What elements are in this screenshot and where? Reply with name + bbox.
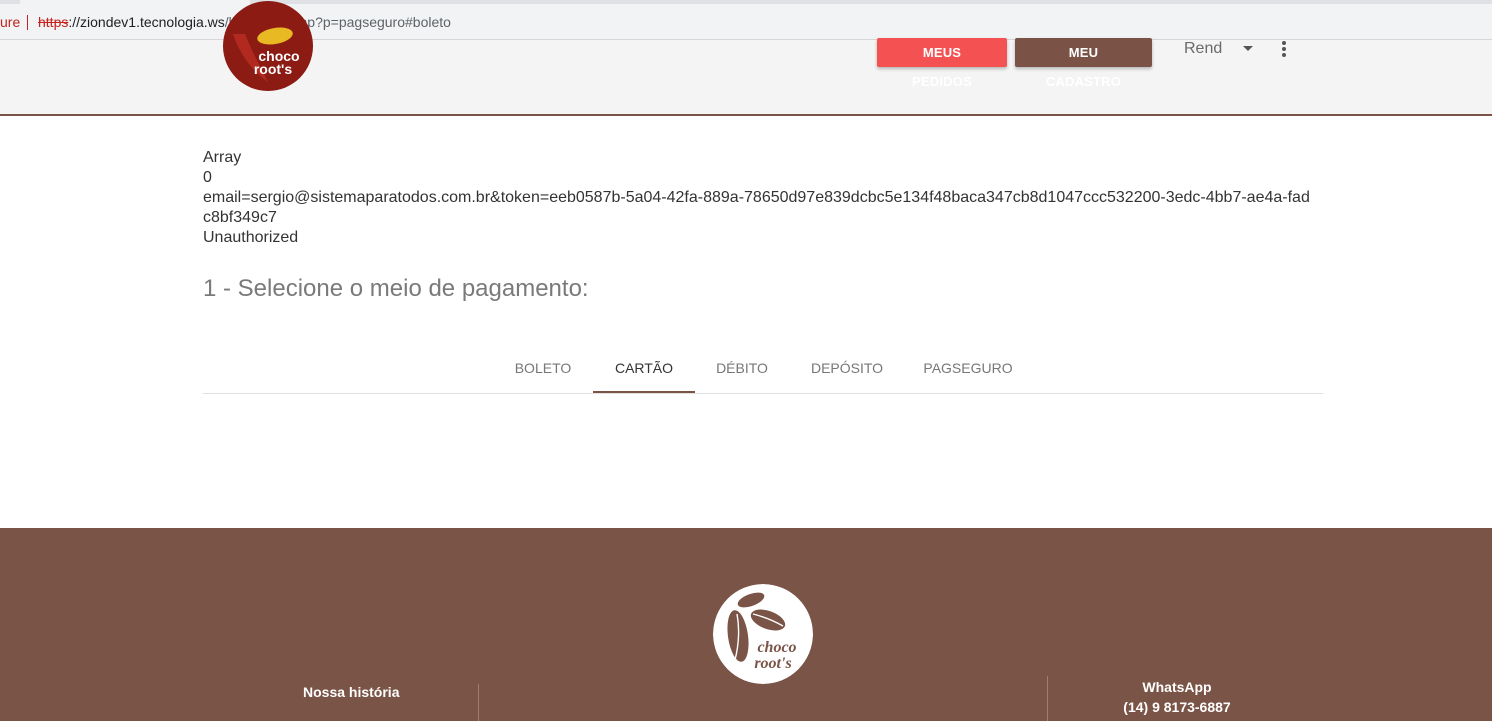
tab-deposito[interactable]: DEPÓSITO <box>789 348 905 393</box>
footer-divider <box>1047 676 1048 724</box>
more-vert-icon[interactable] <box>1281 41 1287 59</box>
url-host: ://ziondev1.tecnologia.ws <box>68 14 225 30</box>
footer-divider <box>478 684 479 724</box>
tab-debito[interactable]: DÉBITO <box>695 348 789 393</box>
my-profile-button[interactable]: MEU CADASTRO <box>1015 38 1152 89</box>
footer-logo-text-roots: root's <box>754 655 791 672</box>
footer-logo[interactable]: choco root's <box>713 584 813 684</box>
chevron-down-icon[interactable] <box>1243 46 1253 51</box>
payment-section-title: 1 - Selecione o meio de pagamento: <box>203 275 589 302</box>
payment-tabs: BOLETO CARTÃO DÉBITO DEPÓSITO PAGSEGURO <box>203 348 1323 394</box>
whatsapp-number[interactable]: (14) 9 8173-6887 <box>1100 697 1254 717</box>
user-name[interactable]: Rend <box>1184 40 1222 60</box>
tab-pagseguro[interactable]: PAGSEGURO <box>905 348 1031 393</box>
footer-whatsapp: WhatsApp (14) 9 8173-6887 <box>1100 677 1254 717</box>
site-logo[interactable]: choco root's <box>223 1 313 94</box>
logo-text-roots: root's <box>254 61 293 77</box>
footer-history-link[interactable]: Nossa história <box>303 684 399 700</box>
site-header: choco root's MEUS PEDIDOS MEU CADASTRO R… <box>0 1 1492 116</box>
site-footer: choco root's Nossa história WhatsApp (14… <box>0 528 1492 724</box>
tab-boleto[interactable]: BOLETO <box>493 348 593 393</box>
debug-output: Array 0 email=sergio@sistemaparatodos.co… <box>203 148 1313 248</box>
tab-cartao[interactable]: CARTÃO <box>593 348 695 393</box>
debug-line-query: email=sergio@sistemaparatodos.com.br&tok… <box>203 189 1310 226</box>
url-protocol: https <box>38 14 69 30</box>
security-indicator[interactable]: ure <box>0 4 20 40</box>
debug-line-array: Array <box>203 149 242 166</box>
footer-logo-text-choco: choco <box>757 639 796 656</box>
active-tab-indicator <box>593 391 695 393</box>
my-orders-button[interactable]: MEUS PEDIDOS <box>877 38 1007 89</box>
security-divider <box>27 15 28 30</box>
debug-line-zero: 0 <box>203 169 212 186</box>
whatsapp-label: WhatsApp <box>1142 679 1212 695</box>
debug-line-status: Unauthorized <box>203 229 299 246</box>
